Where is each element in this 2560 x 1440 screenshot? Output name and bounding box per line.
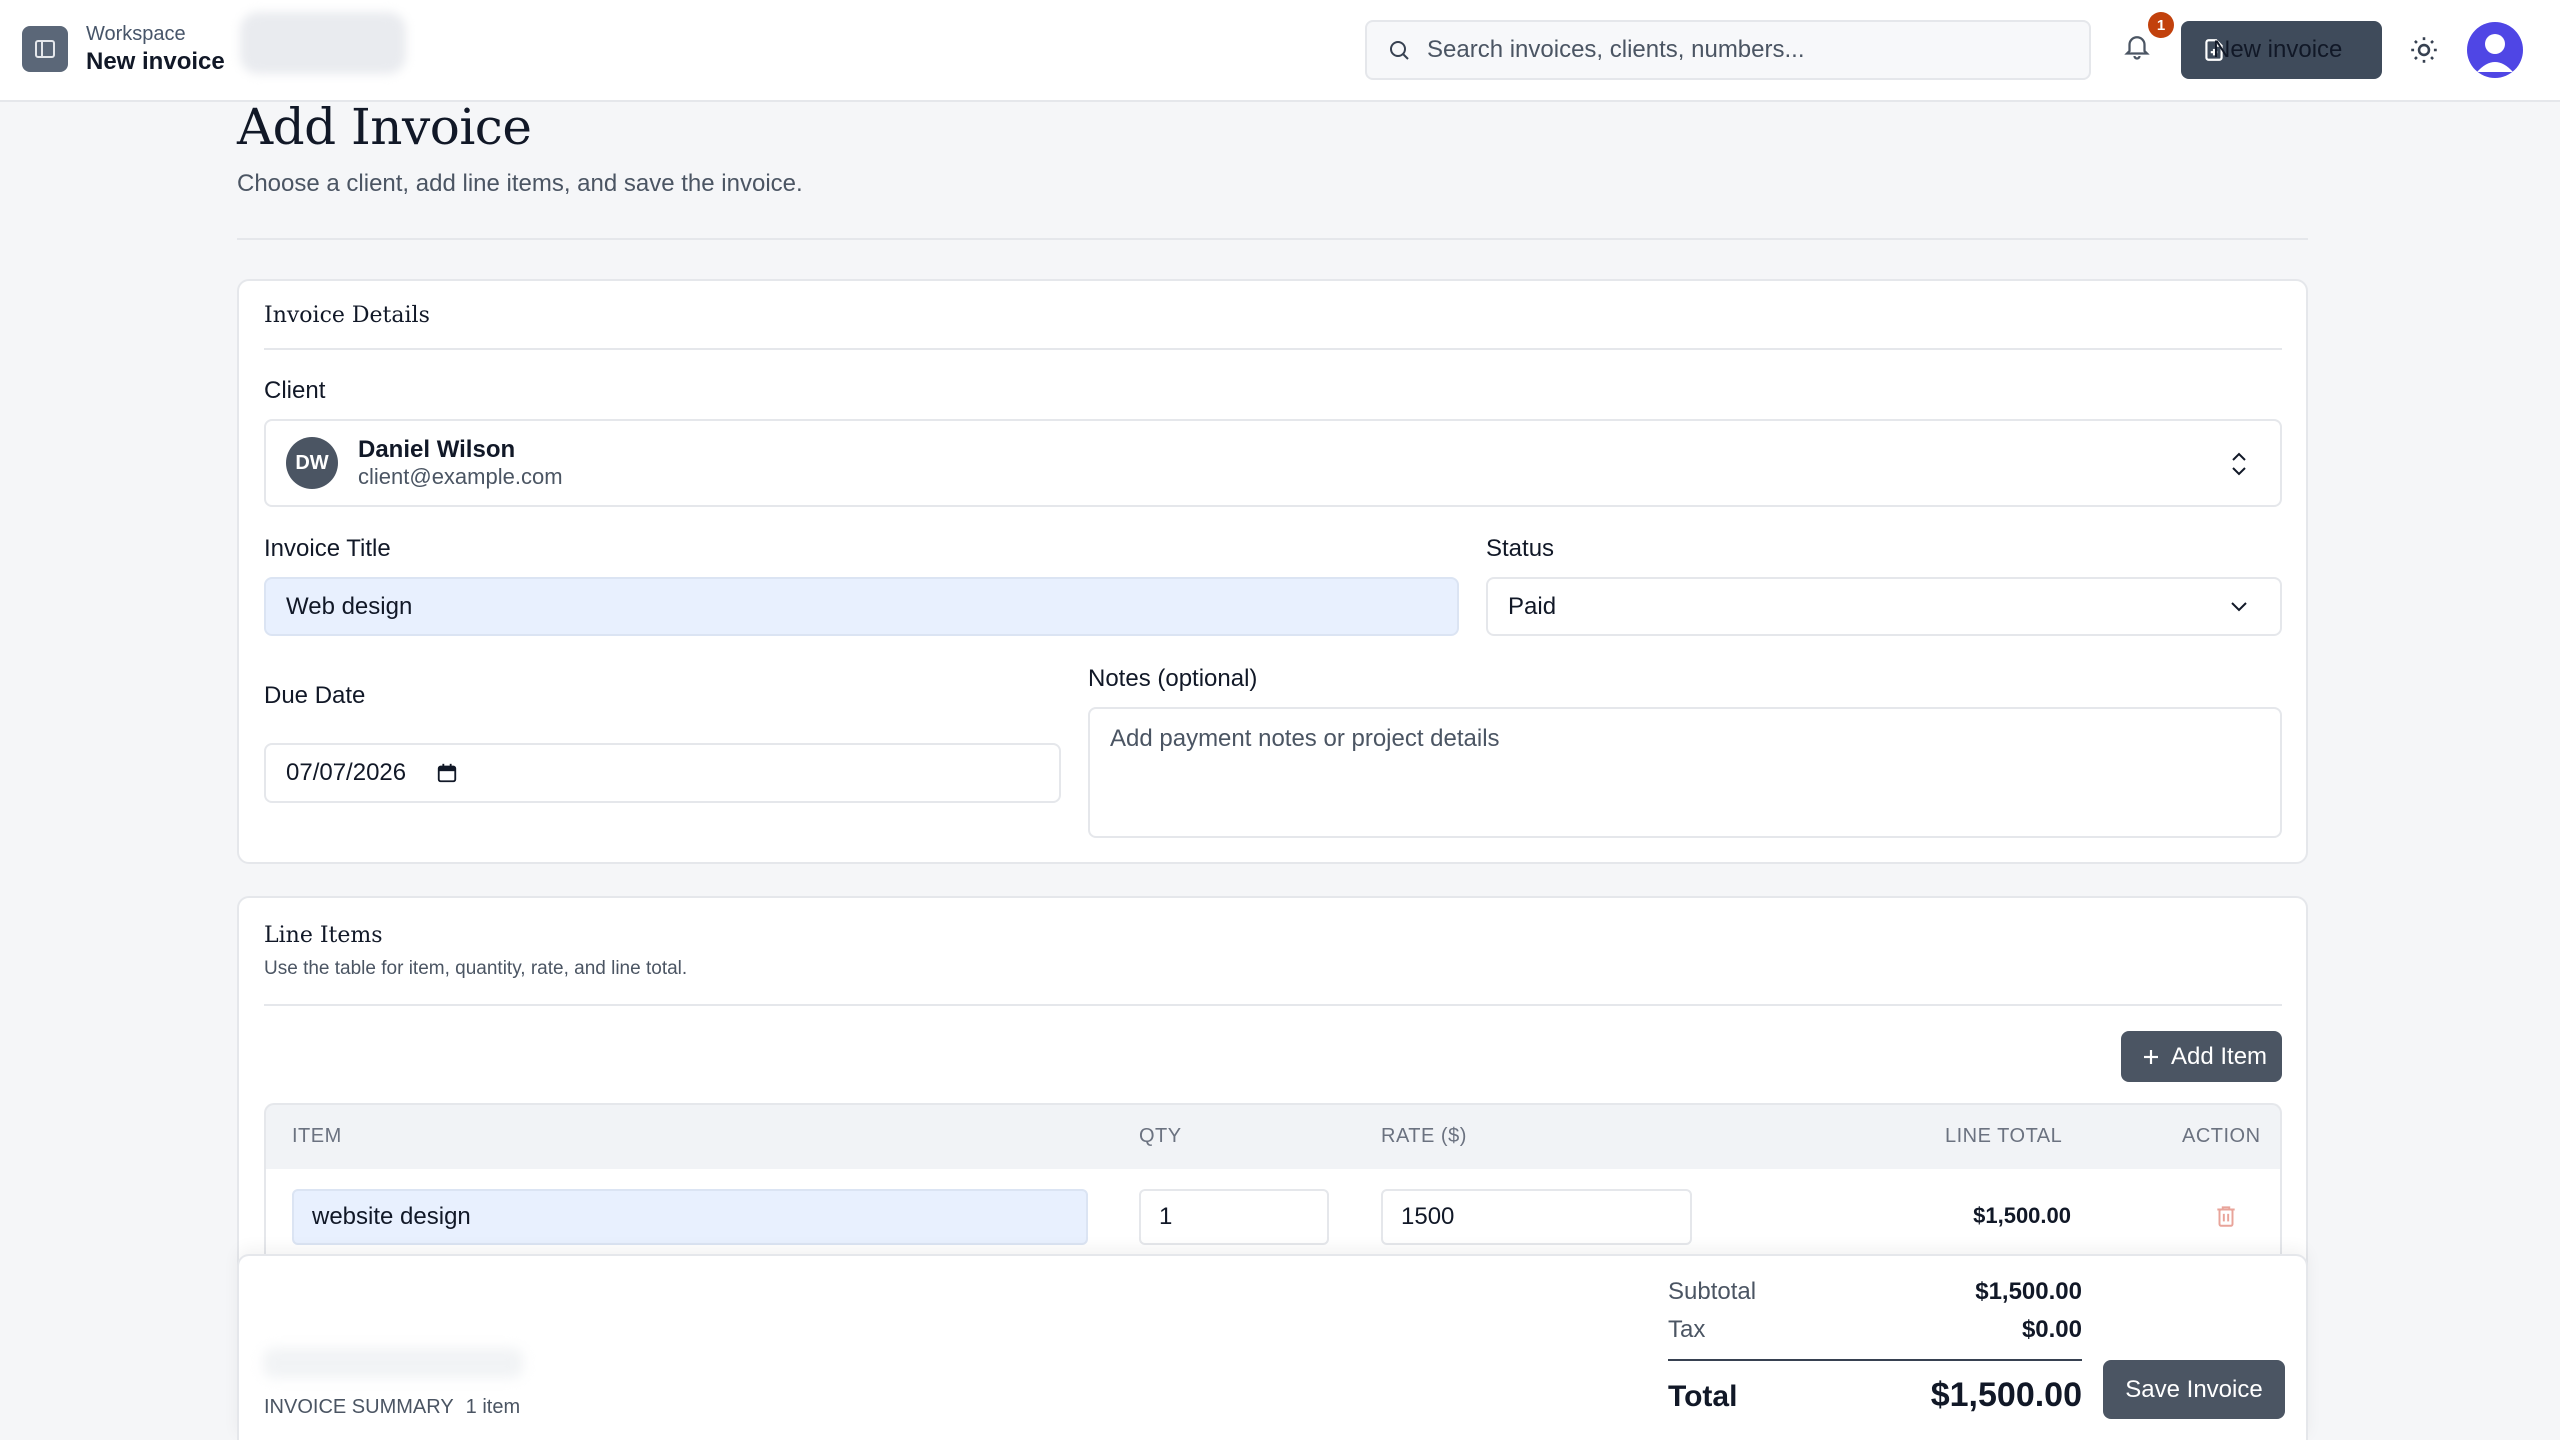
breadcrumb-workspace[interactable]: Workspace [86, 22, 225, 46]
calendar-icon[interactable] [436, 762, 458, 784]
invoice-summary-label: INVOICE SUMMARY [264, 1396, 454, 1418]
breadcrumb-current-page: New invoice [86, 48, 225, 75]
invoice-details-heading: Invoice Details [264, 303, 430, 328]
status-label: Status [1486, 535, 1555, 562]
subtotal-label: Subtotal [1668, 1278, 1757, 1305]
due-date-label: Due Date [264, 682, 366, 709]
card-divider [264, 348, 2282, 350]
client-initials-avatar: DW [286, 437, 338, 489]
item-name-input[interactable]: website design [292, 1189, 1088, 1245]
due-date-value: 07/07/2026 [286, 759, 407, 786]
chevron-down-icon [2231, 602, 2247, 612]
save-invoice-button[interactable]: Save Invoice [2103, 1360, 2285, 1419]
user-icon [2477, 34, 2513, 72]
column-header-qty: QTY [1139, 1125, 1182, 1147]
notes-textarea[interactable]: Add payment notes or project details [1088, 707, 2282, 838]
bell-icon [2124, 36, 2150, 60]
line-items-heading: Line Items [264, 923, 383, 948]
status-select[interactable]: Paid [1486, 577, 2282, 636]
column-header-line-total: LINE TOTAL [1945, 1125, 2063, 1147]
add-item-button[interactable]: Add Item [2121, 1031, 2282, 1082]
breadcrumb: Workspace New invoice [86, 22, 225, 78]
status-value: Paid [1508, 592, 1557, 620]
trash-icon[interactable] [2213, 1203, 2239, 1229]
top-bar: Workspace New invoice Search invoices, c… [0, 0, 2560, 102]
blurred-placeholder [263, 1348, 523, 1378]
notifications-button[interactable] [2122, 30, 2158, 70]
new-invoice-button[interactable]: New invoice [2181, 21, 2382, 79]
invoice-details-card: Invoice Details Client DW Daniel Wilson … [237, 279, 2308, 864]
sidebar-toggle-button[interactable] [22, 26, 68, 72]
rate-input[interactable]: 1500 [1381, 1189, 1692, 1245]
line-items-table-header: ITEM QTY RATE ($) LINE TOTAL ACTION [264, 1103, 2282, 1169]
client-name: Daniel Wilson [358, 436, 516, 463]
search-placeholder: Search invoices, clients, numbers... [1427, 36, 1805, 63]
search-icon [1390, 41, 1409, 60]
divider [237, 238, 2308, 240]
client-select[interactable]: DW Daniel Wilson client@example.com [264, 419, 2282, 507]
page-subtitle: Choose a client, add line items, and sav… [237, 170, 803, 197]
new-invoice-label: New invoice [2213, 36, 2343, 63]
tax-label: Tax [1668, 1316, 1706, 1343]
line-items-description: Use the table for item, quantity, rate, … [264, 958, 688, 979]
invoice-title-input[interactable]: Web design [264, 577, 1459, 636]
column-header-item: ITEM [292, 1125, 342, 1147]
sun-icon [2411, 37, 2437, 63]
theme-toggle-button[interactable] [2407, 33, 2443, 69]
invoice-summary-bar: INVOICE SUMMARY 1 item Subtotal $1,500.00… [237, 1254, 2308, 1440]
summary-divider [1668, 1359, 2082, 1361]
card-divider [264, 1004, 2282, 1006]
search-input[interactable]: Search invoices, clients, numbers... [1365, 20, 2091, 80]
table-row: website design 1 1500 $1,500.00 [264, 1169, 2282, 1259]
total-label: Total [1668, 1380, 1738, 1413]
subtotal-value: $1,500.00 [1975, 1278, 2082, 1305]
invoice-summary-text: INVOICE SUMMARY 1 item [264, 1396, 520, 1419]
plus-icon [2144, 1049, 2158, 1064]
column-header-rate: RATE ($) [1381, 1125, 1467, 1147]
blurred-logo [240, 12, 406, 74]
notification-badge: 1 [2148, 12, 2174, 38]
column-header-action: ACTION [2182, 1125, 2261, 1147]
total-value: $1,500.00 [1930, 1376, 2082, 1414]
invoice-item-count: 1 item [465, 1396, 521, 1418]
chevron-up-down-icon [2232, 452, 2246, 476]
qty-input[interactable]: 1 [1139, 1189, 1329, 1245]
due-date-input[interactable]: 07/07/2026 [264, 743, 1061, 803]
invoice-title-label: Invoice Title [264, 535, 391, 562]
client-email: client@example.com [358, 464, 563, 489]
tax-value: $0.00 [2021, 1316, 2082, 1343]
page-title: Add Invoice [237, 98, 532, 156]
add-item-label: Add Item [2171, 1042, 2268, 1070]
line-total-value: $1,500.00 [1973, 1203, 2071, 1228]
user-avatar[interactable] [2467, 22, 2523, 78]
sidebar-panel-icon [35, 40, 55, 58]
notes-label: Notes (optional) [1088, 665, 1258, 692]
client-label: Client [264, 377, 326, 404]
